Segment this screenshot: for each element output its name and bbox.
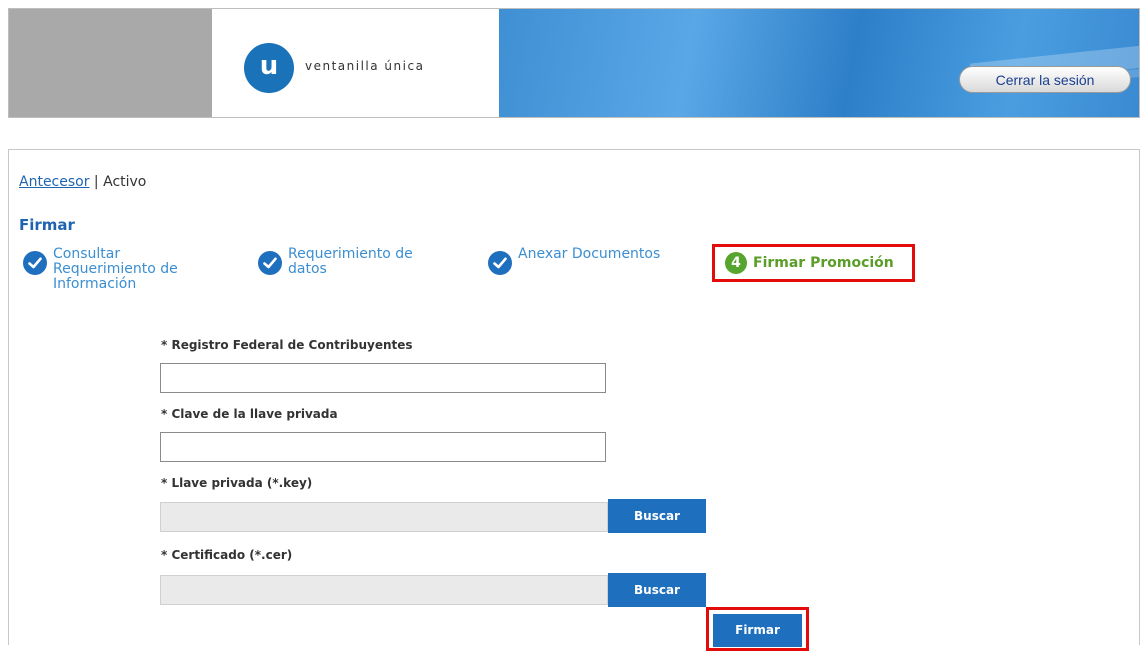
key-password-input[interactable] [160, 432, 606, 462]
page-title: Firmar [19, 216, 75, 234]
sign-button-highlight: Firmar [706, 607, 809, 651]
breadcrumb-separator: | [89, 174, 104, 190]
private-key-label: * Llave privada (*.key) [161, 476, 313, 490]
check-icon [488, 251, 512, 275]
logo-text: ventanilla única [305, 59, 425, 73]
header-gray-panel [9, 9, 212, 117]
step-label: Firmar Promoción [753, 255, 894, 271]
step-number-badge: 4 [725, 252, 747, 274]
app-frame: u ventanilla única Cerrar la sesión Ante… [8, 8, 1144, 651]
private-key-file-field[interactable] [160, 502, 608, 532]
browse-certificate-button[interactable]: Buscar [608, 573, 706, 607]
main-content: Antecesor | Activo Firmar Consultar Requ… [8, 149, 1140, 651]
step-consultar: Consultar Requerimiento de Información [23, 247, 178, 292]
step-firmar-promocion: 4 Firmar Promoción [712, 244, 915, 282]
breadcrumb-link-antecesor[interactable]: Antecesor [19, 174, 89, 190]
step-label: Anexar Documentos [518, 246, 661, 262]
rfc-input[interactable] [160, 363, 606, 393]
rfc-label: * Registro Federal de Contribuyentes [161, 338, 413, 352]
header-blue-panel [499, 9, 1139, 117]
check-icon [23, 251, 47, 275]
logo-icon: u [244, 43, 294, 93]
step-requerimiento-datos: Requerimiento de datos [258, 247, 413, 277]
step-anexar-documentos: Anexar Documentos [488, 247, 660, 275]
header-banner: u ventanilla única Cerrar la sesión [8, 8, 1140, 118]
certificate-label: * Certificado (*.cer) [161, 548, 293, 562]
logout-button[interactable]: Cerrar la sesión [959, 66, 1131, 93]
key-password-label: * Clave de la llave privada [161, 407, 338, 421]
breadcrumb: Antecesor | Activo [19, 174, 146, 190]
breadcrumb-current: Activo [103, 174, 147, 190]
step-label: Requerimiento de datos [288, 246, 413, 277]
browse-key-button[interactable]: Buscar [608, 499, 706, 533]
check-icon [258, 251, 282, 275]
step-label: Consultar Requerimiento de Información [53, 246, 178, 292]
sign-button[interactable]: Firmar [713, 614, 802, 647]
certificate-file-field[interactable] [160, 575, 608, 605]
